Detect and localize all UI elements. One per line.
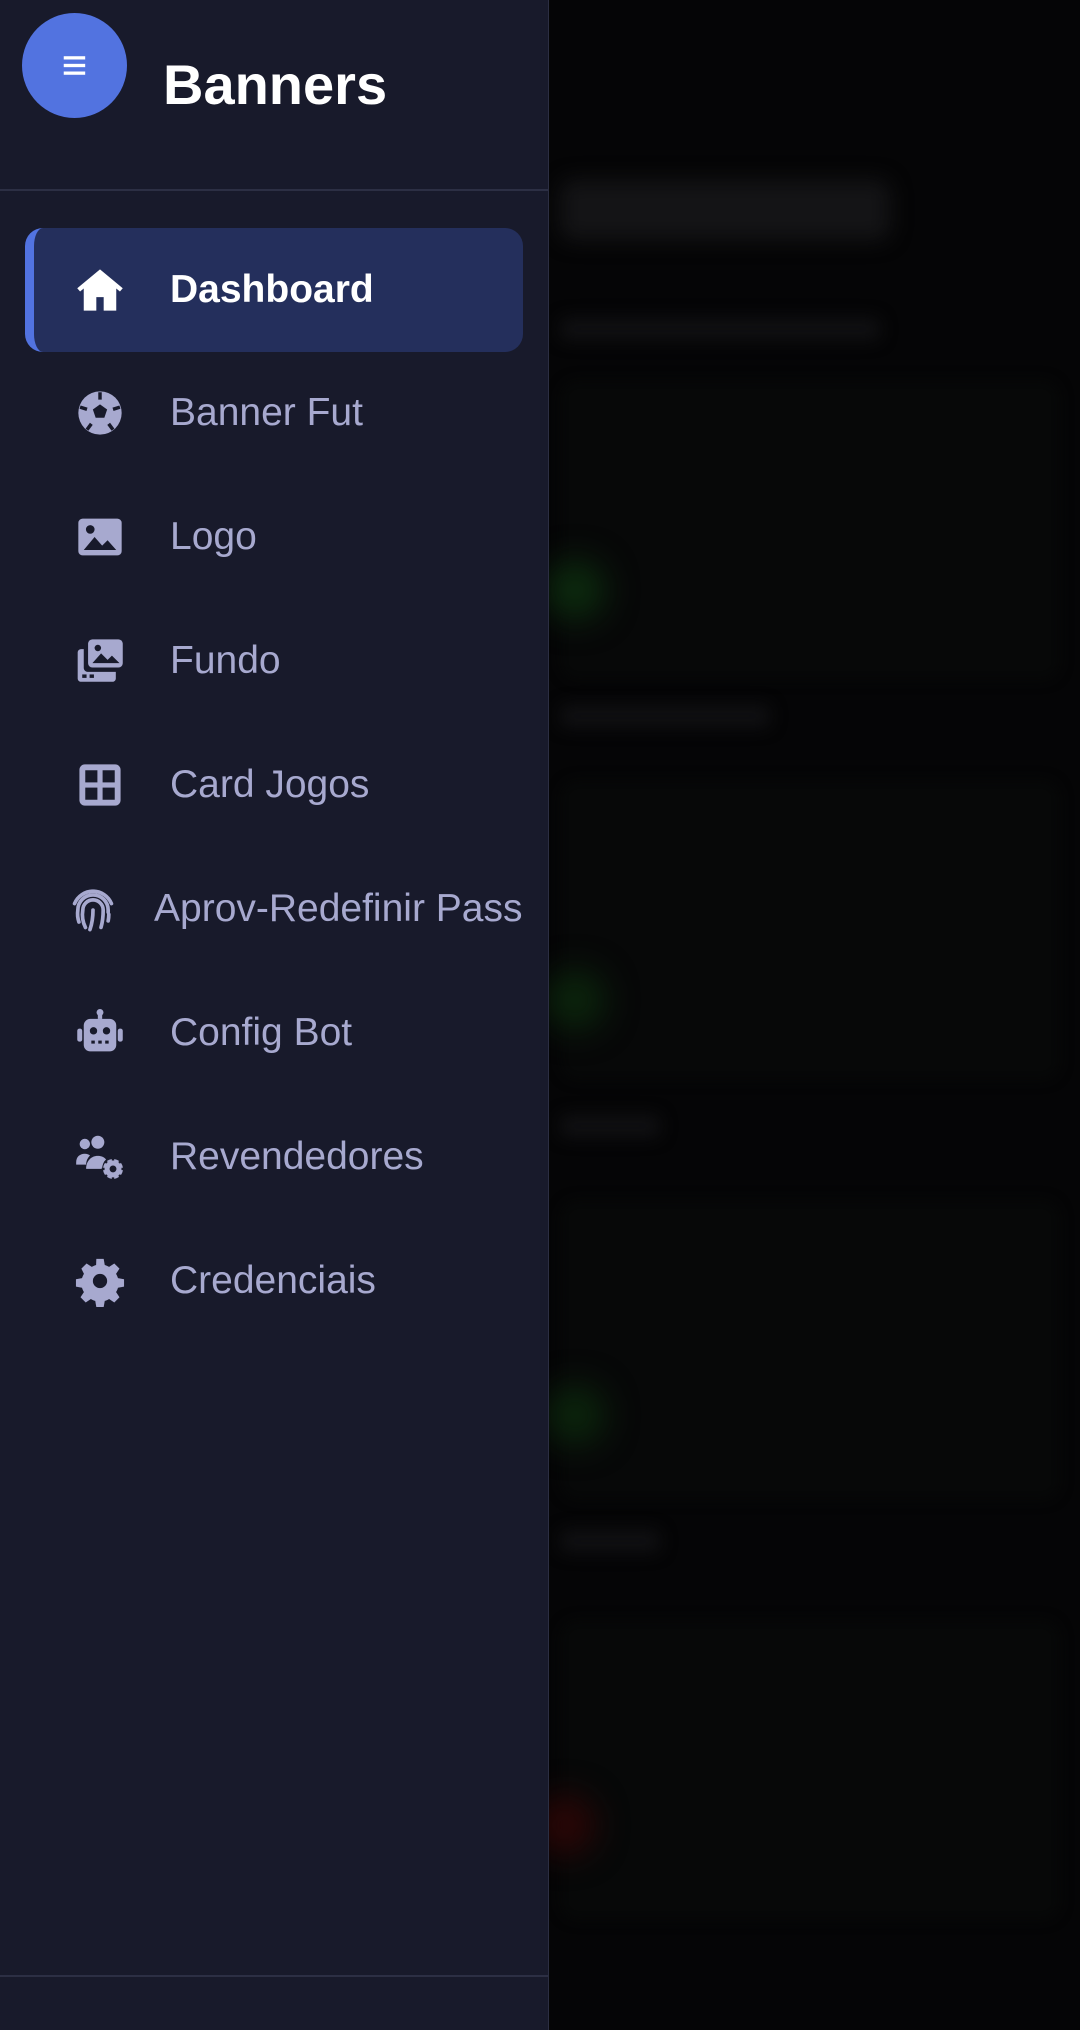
sidebar-item-label: Card Jogos [170, 763, 370, 806]
hamburger-icon: ≡ [61, 40, 88, 90]
sidebar-item-aprov-redefinir-pass[interactable]: Aprov-Redefinir Pass [25, 847, 523, 971]
background-status-dot [545, 560, 605, 620]
sidebar-item-label: Banner Fut [170, 391, 363, 434]
sidebar-drawer: ≡ Banners Dashboard Banner Fut Logo Fund… [0, 0, 549, 2030]
sidebar-item-label: Aprov-Redefinir Pass [154, 887, 523, 930]
background-card [560, 1200, 1060, 1500]
sidebar-item-fundo[interactable]: Fundo [25, 599, 523, 723]
background-status-dot [545, 970, 605, 1030]
sidebar-item-label: Dashboard [170, 268, 374, 311]
background-text-blur [560, 1530, 660, 1552]
background-text-blur [560, 318, 880, 340]
background-card [560, 780, 1060, 1080]
home-icon [72, 262, 128, 318]
grid-table-icon [72, 757, 128, 813]
sidebar-item-banner-fut[interactable]: Banner Fut [25, 351, 523, 475]
menu-toggle-button[interactable]: ≡ [22, 13, 127, 118]
image-icon [72, 509, 128, 565]
sidebar-item-card-jogos[interactable]: Card Jogos [25, 723, 523, 847]
background-card [560, 380, 1060, 680]
sidebar-item-logo[interactable]: Logo [25, 475, 523, 599]
users-gear-icon [72, 1129, 128, 1185]
sidebar-item-dashboard[interactable]: Dashboard [25, 228, 523, 352]
sidebar-item-revendedores[interactable]: Revendedores [25, 1095, 523, 1219]
sidebar-item-label: Credenciais [170, 1259, 376, 1302]
background-card [560, 1620, 1060, 1920]
sidebar-item-label: Fundo [170, 639, 281, 682]
soccer-ball-icon [72, 385, 128, 441]
app-title: Banners [163, 53, 388, 116]
drawer-header: ≡ Banners [0, 0, 548, 191]
fingerprint-icon [65, 881, 121, 937]
sidebar-item-label: Config Bot [170, 1011, 353, 1054]
sidebar-item-label: Logo [170, 515, 257, 558]
drawer-footer-divider [0, 1975, 548, 1977]
sidebar-item-credenciais[interactable]: Credenciais [25, 1219, 523, 1343]
background-status-dot [545, 1385, 605, 1445]
sidebar-item-config-bot[interactable]: Config Bot [25, 971, 523, 1095]
photo-gallery-icon [72, 633, 128, 689]
background-text-blur [560, 1115, 660, 1137]
background-heading-blur [560, 180, 890, 240]
sidebar-item-label: Revendedores [170, 1135, 424, 1178]
robot-icon [72, 1005, 128, 1061]
gear-icon [72, 1253, 128, 1309]
background-text-blur [560, 705, 770, 727]
